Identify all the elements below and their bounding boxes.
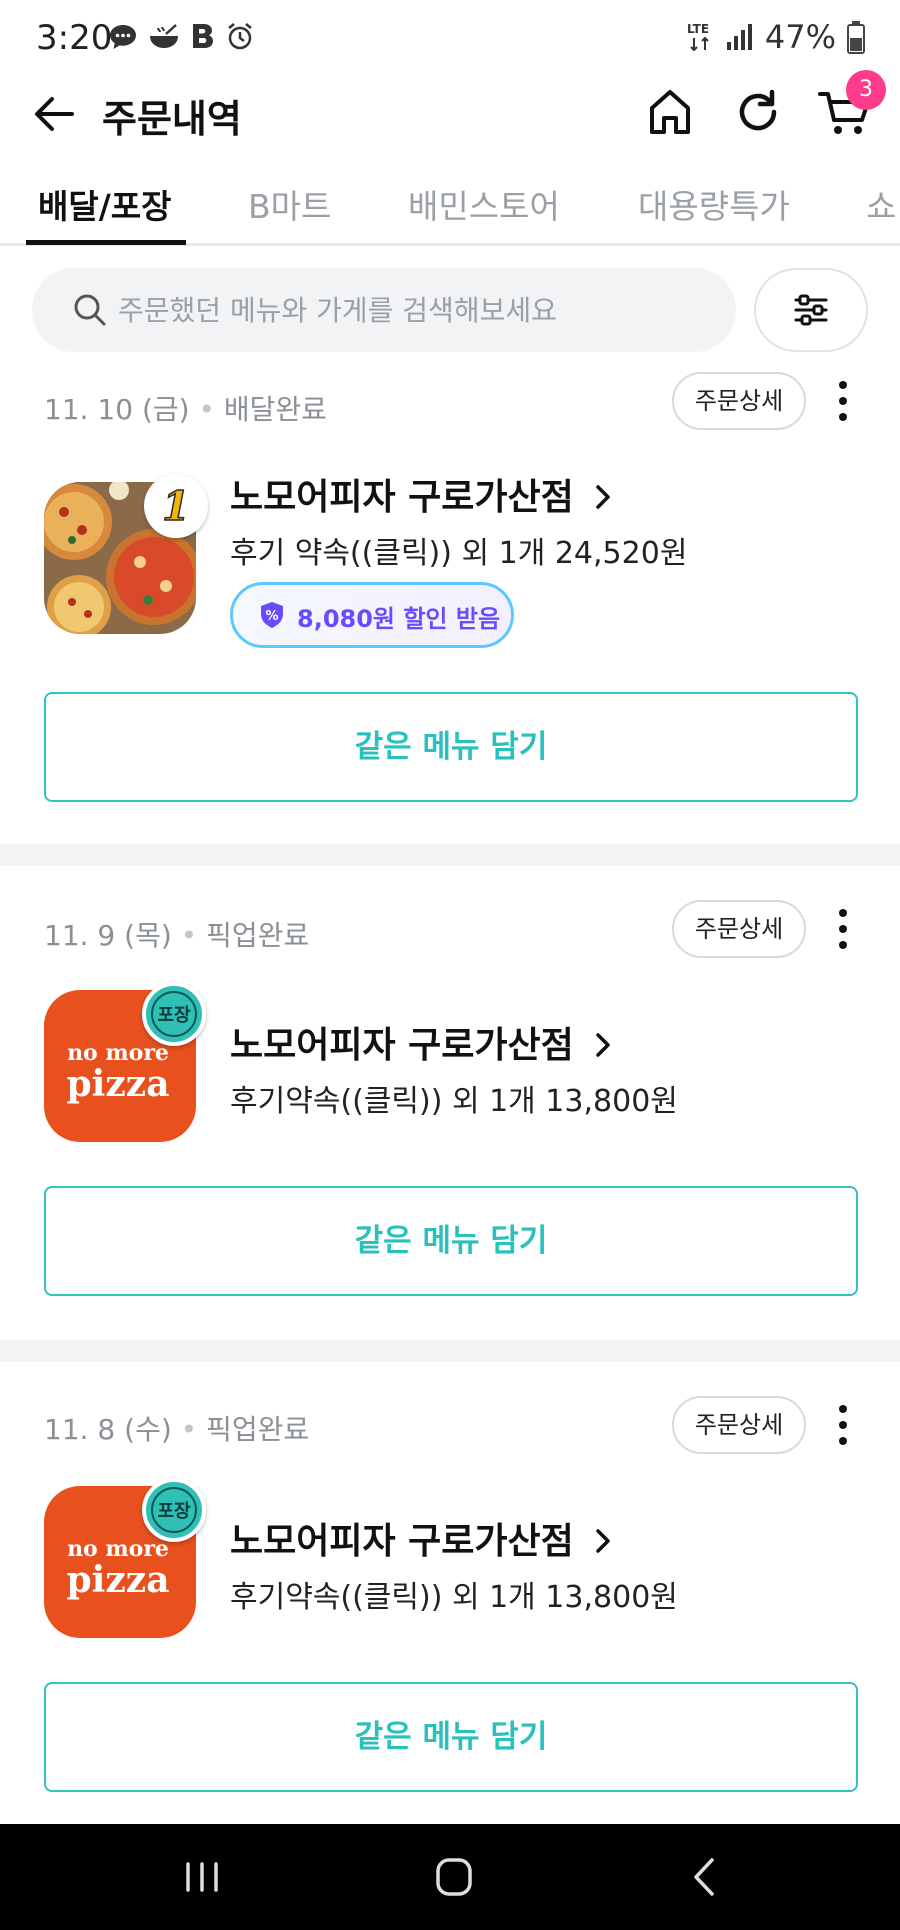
store-name: 노모어피자 구로가산점 [230,477,574,518]
order-meta: 11. 8 (수) • 픽업완료 [44,1408,309,1448]
refresh-icon[interactable] [734,86,782,138]
section-divider [0,1340,900,1362]
order-status: 배달완료 [223,393,327,426]
back-nav-icon[interactable] [676,1852,736,1902]
search-bar[interactable] [32,268,736,352]
order-detail-button[interactable]: 주문상세 [672,900,806,958]
discount-badge: % 8,080원 할인 받음 [230,582,514,648]
home-icon[interactable] [646,86,694,138]
store-name-link[interactable]: 노모어피자 구로가산점 [230,468,616,520]
rank-badge: 1 [144,474,208,538]
tab-bulk-deals[interactable]: 대용량특가 [638,180,790,228]
takeout-badge: 포장 [142,1478,206,1542]
svg-text:pizza: pizza [66,1063,169,1105]
reorder-same-menu-button[interactable]: 같은 메뉴 담기 [44,1186,858,1296]
svg-text:pizza: pizza [66,1559,169,1601]
store-name: 노모어피자 구로가산점 [230,1521,574,1562]
order-status: 픽업완료 [206,1413,310,1446]
more-options-icon[interactable] [826,900,860,958]
takeout-badge: 포장 [142,982,206,1046]
reorder-same-menu-button[interactable]: 같은 메뉴 담기 [44,1682,858,1792]
order-summary: 후기 약속((클릭)) 외 1개 24,520원 [230,536,688,571]
bowl-icon [150,24,178,48]
status-bar: 3:20 LTE 47% [0,0,900,80]
signal-icon [726,24,752,50]
more-options-icon[interactable] [826,372,860,430]
svg-text:LTE: LTE [687,22,709,36]
filter-button[interactable] [754,268,868,352]
svg-text:포장: 포장 [157,1501,191,1522]
discount-text: 8,080원 할인 받음 [297,605,501,633]
svg-text:포장: 포장 [157,1005,191,1026]
cart-count-badge: 3 [846,70,886,110]
svg-text:1: 1 [162,483,190,530]
rank-one-icon: 1 [161,482,190,531]
recent-apps-icon[interactable] [172,1852,232,1902]
order-meta: 11. 10 (금) • 배달완료 [44,388,327,428]
more-options-icon[interactable] [826,1396,860,1454]
battery-icon [847,21,865,54]
filter-sliders-icon [794,294,828,326]
tab-bmart[interactable]: B마트 [248,180,331,228]
store-name: 노모어피자 구로가산점 [230,1025,574,1066]
page-title: 주문내역 [102,97,242,141]
separator-dot: • [198,393,224,426]
separator-dot: • [180,919,207,952]
order-summary: 후기약속((클릭)) 외 1개 13,800원 [230,1580,678,1615]
home-nav-icon[interactable] [424,1852,484,1902]
takeout-label: 포장 [151,991,197,1037]
tab-shopping[interactable]: 쇼 [866,180,896,228]
order-detail-button[interactable]: 주문상세 [672,1396,806,1454]
back-arrow-icon[interactable] [30,90,78,138]
tab-baemin-store[interactable]: 배민스토어 [408,180,560,228]
system-navigation-bar [0,1824,900,1930]
category-tabs: 배달/포장 B마트 배민스토어 대용량특가 쇼 [0,168,900,246]
tab-delivery-pickup[interactable]: 배달/포장 [38,180,172,228]
discount-coupon-icon: % [261,602,283,628]
active-tab-indicator [26,240,186,245]
b-app-icon [193,24,213,48]
status-right: LTE 47% [685,18,866,56]
order-date: 11. 8 (수) [44,1413,172,1446]
lte-icon: LTE [687,22,709,52]
notification-icons [108,22,254,52]
reorder-same-menu-button[interactable]: 같은 메뉴 담기 [44,692,858,802]
chevron-right-icon [596,1529,611,1553]
order-card: 11. 9 (목) • 픽업완료 주문상세 [0,900,900,1384]
order-status: 픽업완료 [206,919,310,952]
order-date: 11. 9 (목) [44,919,172,952]
order-date: 11. 10 (금) [44,393,190,426]
section-divider [0,844,900,866]
store-name-link[interactable]: 노모어피자 구로가산점 [230,1512,616,1564]
order-meta: 11. 9 (목) • 픽업완료 [44,914,309,954]
separator-dot: • [180,1413,207,1446]
chevron-right-icon [596,485,611,509]
chat-icon [110,25,136,49]
order-detail-button[interactable]: 주문상세 [672,372,806,430]
order-summary: 후기약속((클릭)) 외 1개 13,800원 [230,1084,678,1119]
takeout-label: 포장 [151,1487,197,1533]
svg-text:%: % [265,609,278,624]
chevron-right-icon [596,1033,611,1057]
status-time: 3:20 [36,18,113,58]
search-icon [74,294,106,326]
store-name-link[interactable]: 노모어피자 구로가산점 [230,1016,616,1068]
order-card: 11. 8 (수) • 픽업완료 주문상세 [0,1396,900,1878]
battery-percent: 47% [764,18,836,56]
alarm-icon [228,23,252,50]
search-input[interactable] [118,268,718,352]
